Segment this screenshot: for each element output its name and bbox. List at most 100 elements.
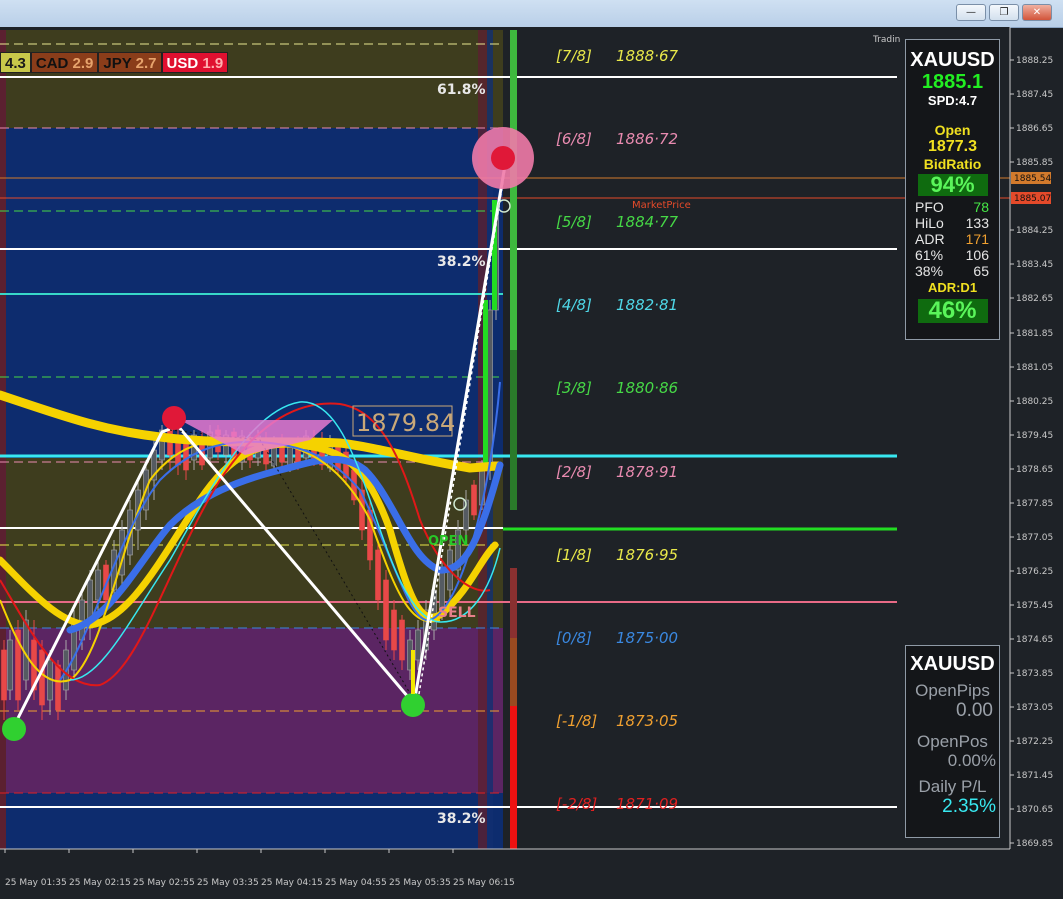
murrey-level-value: 1886·72 bbox=[616, 130, 678, 148]
price-axis-label: 1885.85 bbox=[1016, 158, 1053, 168]
price-axis-label: 1884.25 bbox=[1016, 226, 1053, 236]
chart-header-label: Tradin bbox=[872, 35, 900, 45]
info-spread: SPD:4.7 bbox=[927, 93, 978, 108]
price-axis-label: 1881.85 bbox=[1016, 329, 1053, 339]
market-info-panel: XAUUSD 1885.1 SPD:4.7 Open 1877.3 BidRat… bbox=[905, 39, 1000, 340]
pl-open-pos-label: OpenPos bbox=[917, 732, 988, 751]
market-price-label: MarketPrice bbox=[632, 200, 691, 211]
currency-strength-item: CAD 2.9 bbox=[30, 52, 99, 73]
currency-strength-strip: 4.3 CAD 2.9 JPY 2.7 USD 1.9 bbox=[0, 52, 229, 73]
pl-open-pips-value: 0.00 bbox=[956, 700, 993, 721]
info-stat-row: 38% 65 bbox=[906, 263, 999, 279]
price-axis-label: 1870.65 bbox=[1016, 805, 1053, 815]
murrey-level-value: 1888·67 bbox=[616, 47, 678, 65]
murrey-level-value: 1880·86 bbox=[616, 379, 678, 397]
currency-strength-item: 4.3 bbox=[0, 52, 31, 73]
zone-olive-top bbox=[0, 30, 503, 128]
murrey-level-value: 1873·05 bbox=[616, 712, 678, 730]
murrey-level-value: 1882·81 bbox=[616, 296, 678, 314]
price-axis-label: 1878.65 bbox=[1016, 465, 1053, 475]
time-axis-label: 25 May 02:55 bbox=[133, 878, 195, 888]
close-button[interactable]: ✕ bbox=[1022, 4, 1052, 21]
fib-label-top: 61.8% bbox=[437, 82, 486, 98]
murrey-level-value: 1871·09 bbox=[616, 795, 678, 813]
price-axis-label: 1879.45 bbox=[1016, 431, 1053, 441]
info-stat-name: 61% bbox=[915, 247, 944, 263]
swing-high-marker bbox=[162, 406, 186, 430]
price-box-value: 1879.84 bbox=[356, 409, 455, 437]
swing-low-marker bbox=[401, 693, 425, 717]
murrey-level-value: 1876·95 bbox=[616, 546, 678, 564]
restore-button[interactable]: ❐ bbox=[989, 4, 1019, 21]
murrey-level-name: [5/8] bbox=[556, 213, 592, 231]
murrey-level-name: [4/8] bbox=[556, 296, 592, 314]
info-stat-value: 106 bbox=[965, 247, 989, 263]
price-axis-label: 1877.85 bbox=[1016, 499, 1053, 509]
price-axis-label: 1887.45 bbox=[1016, 90, 1053, 100]
price-axis-label: 1880.25 bbox=[1016, 397, 1053, 407]
currency-value: 1.9 bbox=[202, 55, 224, 72]
price-axis-label: 1881.05 bbox=[1016, 363, 1053, 373]
currency-strength-item: USD 1.9 bbox=[161, 52, 229, 73]
murrey-level-name: [-2/8] bbox=[556, 795, 597, 813]
info-stat-name: ADR bbox=[915, 231, 945, 247]
pl-open-pips-label: OpenPips bbox=[915, 681, 990, 700]
currency-value: 2.7 bbox=[135, 55, 157, 72]
currency-code: JPY bbox=[103, 55, 132, 72]
fib-label-bottom: 38.2% bbox=[437, 811, 486, 827]
murrey-level-value: 1875·00 bbox=[616, 629, 678, 647]
info-bidratio-label: BidRatio bbox=[923, 156, 982, 172]
time-axis-label: 25 May 04:15 bbox=[261, 878, 323, 888]
info-stat-value: 171 bbox=[965, 231, 989, 247]
info-adr-pct: 46% bbox=[917, 299, 988, 323]
open-label: OPEN bbox=[428, 534, 468, 549]
info-stats: PFO 78 HiLo 133 ADR 171 61% 106 38% 65 bbox=[906, 199, 999, 279]
murrey-level-name: [3/8] bbox=[556, 379, 592, 397]
info-adr-label: ADR:D1 bbox=[927, 280, 978, 295]
swing-low-marker-left bbox=[2, 717, 26, 741]
time-axis-label: 25 May 04:55 bbox=[325, 878, 387, 888]
price-axis-label: 1871.45 bbox=[1016, 771, 1053, 781]
price-axis-label: 1873.85 bbox=[1016, 669, 1053, 679]
info-symbol: XAUUSD bbox=[910, 49, 995, 71]
currency-code: USD bbox=[166, 55, 199, 72]
pl-daily-label: Daily P/L bbox=[918, 777, 987, 796]
price-axis-label: 1883.45 bbox=[1016, 260, 1053, 270]
price-axis-label: 1874.65 bbox=[1016, 635, 1053, 645]
currency-value: 4.3 bbox=[5, 55, 26, 72]
pl-panel: XAUUSD OpenPips 0.00 OpenPos 0.00% Daily… bbox=[905, 645, 1000, 838]
minimize-button[interactable]: — bbox=[956, 4, 986, 21]
price-axis-label: 1872.25 bbox=[1016, 737, 1053, 747]
murrey-level-value: 1878·91 bbox=[616, 463, 678, 481]
info-bid: 1885.1 bbox=[921, 71, 984, 93]
info-stat-value: 78 bbox=[973, 199, 989, 215]
price-axis-label: 1869.85 bbox=[1016, 839, 1053, 849]
info-stat-row: ADR 171 bbox=[906, 231, 999, 247]
currency-strength-item: JPY 2.7 bbox=[98, 52, 162, 73]
price-axis-label: 1875.45 bbox=[1016, 601, 1053, 611]
time-axis: 25 May 01:35 25 May 02:15 25 May 02:55 25 M… bbox=[4, 849, 515, 888]
time-axis-label: 25 May 05:35 bbox=[389, 878, 451, 888]
info-stat-value: 133 bbox=[965, 215, 989, 231]
price-axis-label: 1873.05 bbox=[1016, 703, 1053, 713]
info-stat-row: 61% 106 bbox=[906, 247, 999, 263]
info-bidratio-value: 94% bbox=[917, 174, 988, 196]
info-open-value: 1877.3 bbox=[928, 138, 977, 155]
fib-label-mid: 38.2% bbox=[437, 254, 486, 270]
info-stat-name: HiLo bbox=[915, 215, 944, 231]
info-open-label: Open bbox=[934, 122, 971, 138]
price-axis-label: 1888.25 bbox=[1016, 56, 1053, 66]
price-axis-label: 1882.65 bbox=[1016, 294, 1053, 304]
price-chart[interactable]: MarketPrice 1879.84 OPEN SELL 61.8% 38.2… bbox=[0, 27, 1063, 899]
price-axis-label: 1886.65 bbox=[1016, 124, 1053, 134]
murrey-level-name: [2/8] bbox=[556, 463, 592, 481]
window-titlebar: — ❐ ✕ bbox=[0, 0, 1063, 28]
price-tag-orange-label: 1885.54 bbox=[1014, 174, 1051, 184]
info-stat-value: 65 bbox=[973, 263, 989, 279]
price-axis-label: 1876.25 bbox=[1016, 567, 1053, 577]
sell-label: SELL bbox=[438, 605, 476, 621]
murrey-level-name: [6/8] bbox=[556, 130, 592, 148]
info-stat-name: 38% bbox=[915, 263, 944, 279]
time-axis-label: 25 May 06:15 bbox=[453, 878, 515, 888]
currency-code: CAD bbox=[35, 55, 69, 72]
